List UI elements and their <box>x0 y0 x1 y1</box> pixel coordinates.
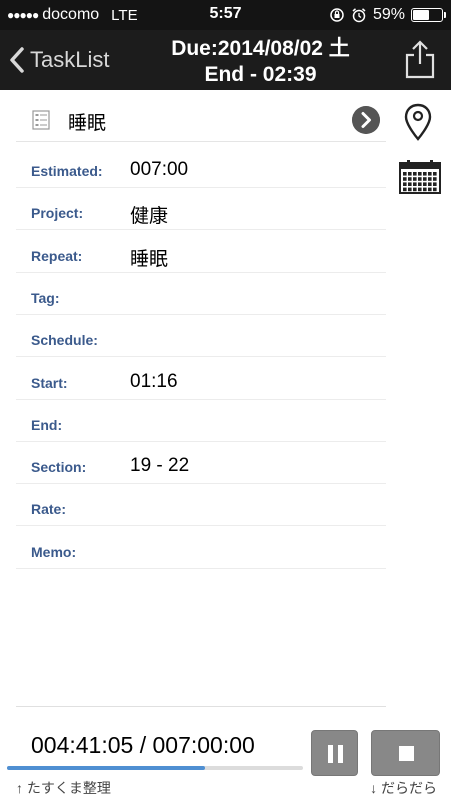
calendar-cell <box>433 172 437 176</box>
calendar-icon[interactable] <box>399 160 441 194</box>
field-row[interactable]: Schedule: <box>16 315 386 358</box>
chevron-left-icon <box>10 47 24 73</box>
calendar-cell <box>403 182 407 186</box>
field-value: 睡眠 <box>130 248 169 270</box>
calendar-cell <box>408 177 412 181</box>
back-button[interactable]: TaskList <box>8 30 109 90</box>
field-label: Estimated: <box>31 163 103 179</box>
field-row[interactable]: Project: 健康 <box>16 188 386 231</box>
progress-fill <box>7 766 206 770</box>
field-label: Section: <box>31 459 87 476</box>
field-label: Project: <box>31 205 84 222</box>
calendar-cell <box>423 182 427 186</box>
calendar-cell <box>433 187 437 192</box>
status-right: 59% <box>329 6 446 24</box>
calendar-cell <box>408 182 412 186</box>
hint-swipe-up: ↑ たすくま整理 <box>16 780 111 796</box>
calendar-cell <box>428 172 432 176</box>
list-icon <box>32 110 50 130</box>
calendar-cell <box>413 177 417 181</box>
chevron-right-icon[interactable] <box>352 106 380 134</box>
calendar-cell <box>428 182 432 186</box>
back-label: TaskList <box>30 47 110 72</box>
field-row[interactable]: End: <box>16 400 386 442</box>
progress-bar <box>7 766 303 770</box>
calendar-cell <box>433 177 437 181</box>
task-name: 睡眠 <box>68 113 107 134</box>
field-row[interactable]: Estimated: 007:00 <box>16 146 386 188</box>
map-pin-icon[interactable] <box>404 103 432 141</box>
field-row[interactable]: Tag: <box>16 273 386 315</box>
calendar-cell <box>428 187 432 192</box>
battery-icon <box>411 8 446 22</box>
footer-divider <box>16 706 386 707</box>
field-value: 007:00 <box>130 159 189 180</box>
calendar-cell <box>418 182 422 186</box>
field-row[interactable]: Repeat: 睡眠 <box>16 231 386 273</box>
orientation-lock-icon <box>330 8 344 22</box>
calendar-cell <box>423 187 427 192</box>
field-value: 健康 <box>130 206 169 228</box>
field-label: End: <box>31 416 63 433</box>
field-row[interactable]: Rate: <box>16 484 386 527</box>
calendar-cell <box>418 187 422 192</box>
battery-percent: 59% <box>372 6 405 23</box>
calendar-cell <box>423 177 427 181</box>
field-label: Tag: <box>31 289 60 306</box>
pause-icon <box>328 745 343 763</box>
calendar-cell <box>408 187 412 192</box>
field-label: Start: <box>31 374 68 391</box>
calendar-cell <box>418 177 422 181</box>
field-label: Schedule: <box>31 332 98 349</box>
calendar-cell <box>433 182 437 186</box>
calendar-cell <box>413 172 417 176</box>
field-row[interactable]: Memo: <box>16 527 386 569</box>
field-label: Rate: <box>31 501 67 518</box>
field-value: 19 - 22 <box>130 455 190 477</box>
status-bar: ●●●●● docomo LTE 5:57 59% <box>0 0 451 30</box>
hint-swipe-down: ↓ だらだら <box>370 780 437 796</box>
nav-bar: TaskList Due:2014/08/02 土 End - 02:39 <box>0 30 451 90</box>
field-value: 01:16 <box>130 370 178 392</box>
share-icon[interactable] <box>403 39 437 79</box>
calendar-cell <box>413 182 417 186</box>
field-label: Memo: <box>31 543 77 560</box>
calendar-cell <box>403 172 407 176</box>
end-time: End - 02:39 <box>204 63 317 86</box>
due-date: Due:2014/08/02 土 <box>171 37 350 60</box>
stop-icon <box>399 746 414 761</box>
field-label: Repeat: <box>31 247 83 264</box>
calendar-cell <box>423 172 427 176</box>
calendar-cell <box>403 187 407 192</box>
field-row[interactable]: Section: 19 - 22 <box>16 442 386 485</box>
alarm-icon <box>352 8 366 23</box>
elapsed-timer: 004:41:05 / 007:00:00 <box>31 732 255 758</box>
task-title-row[interactable]: 睡眠 <box>16 98 386 142</box>
calendar-cell <box>418 172 422 176</box>
calendar-cell <box>408 172 412 176</box>
page-title: Due:2014/08/02 土 End - 02:39 <box>130 36 391 88</box>
stop-button[interactable] <box>371 730 440 776</box>
battery-fill <box>413 10 429 20</box>
calendar-cell <box>403 177 407 181</box>
calendar-cell <box>413 187 417 192</box>
pause-button[interactable] <box>311 730 358 776</box>
field-row[interactable]: Start: 01:16 <box>16 358 386 400</box>
calendar-cell <box>428 177 432 181</box>
